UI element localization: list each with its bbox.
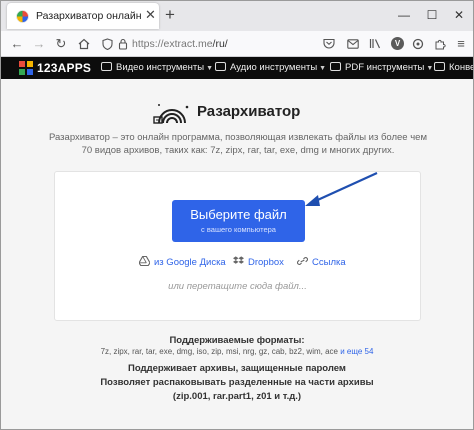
choose-file-label: Выберите файл: [190, 207, 287, 222]
formats-heading: Поддерживаемые форматы:: [169, 335, 305, 346]
navigation-bar: ← → ↻ https://extract.me/ru/ V ≡: [1, 31, 473, 57]
menu-convert-tools[interactable]: Конве: [434, 62, 474, 73]
site-header: 123APPS Видео инструменты ▼ Аудио инструм…: [1, 57, 473, 79]
menu-label: Конве: [449, 62, 474, 73]
url-host: https://extract.me: [132, 38, 213, 50]
chevron-down-icon: ▼: [206, 65, 214, 72]
drop-hint-text: или перетащите сюда файл...: [168, 281, 307, 292]
video-icon: [101, 62, 112, 71]
site-logo[interactable]: 123APPS: [19, 61, 91, 75]
tab-strip: Разархиватор онлайн ✕ + — ☐ ✕: [1, 1, 473, 31]
dropbox-link[interactable]: Dropbox: [233, 256, 284, 268]
url-path: /ru/: [212, 38, 228, 50]
split-archive-heading: Позволяет распаковывать разделенные на ч…: [100, 377, 374, 388]
maximize-button[interactable]: ☐: [424, 7, 440, 23]
new-tab-button[interactable]: +: [165, 5, 175, 25]
description-line-2: 70 видов архивов, таких как: 7z, zipx, r…: [81, 145, 395, 156]
password-support-text: Поддерживает архивы, защищенные паролем: [128, 363, 346, 374]
main-content: Разархиватор Разархиватор – это онлайн п…: [1, 79, 473, 429]
extension-v-icon[interactable]: V: [391, 37, 404, 50]
google-drive-label: из Google Диска: [154, 257, 226, 268]
pocket-icon[interactable]: [321, 35, 337, 53]
browser-window: Разархиватор онлайн ✕ + — ☐ ✕ ← → ↻ http…: [0, 0, 474, 430]
description-line-1: Разархиватор – это онлайн программа, поз…: [48, 132, 427, 143]
site-favicon-icon: [16, 10, 29, 23]
menu-label: PDF инструменты: [345, 62, 425, 73]
menu-video-tools[interactable]: Видео инструменты ▼: [101, 62, 213, 73]
logo-text: 123APPS: [37, 61, 92, 75]
menu-pdf-tools[interactable]: PDF инструменты ▼: [330, 62, 433, 73]
address-bar-url[interactable]: https://extract.me/ru/: [132, 38, 228, 50]
extensions-puzzle-icon[interactable]: [432, 35, 448, 53]
tab-close-icon[interactable]: ✕: [145, 8, 156, 22]
link-icon: [297, 257, 308, 265]
split-archive-formats: (zip.001, rar.part1, z01 и т.д.): [172, 391, 302, 402]
pointer-arrow: [305, 171, 378, 206]
choose-file-sublabel: с вашего компьютера: [201, 225, 276, 234]
browser-tab-active[interactable]: Разархиватор онлайн ✕: [7, 3, 159, 29]
menu-icon[interactable]: ≡: [453, 35, 469, 53]
chevron-down-icon: ▼: [426, 65, 434, 72]
url-link-label: Ссылка: [312, 257, 346, 268]
lock-icon[interactable]: [115, 35, 131, 53]
library-icon[interactable]: [367, 35, 383, 53]
forward-icon[interactable]: →: [31, 35, 47, 53]
formats-list: 7z, zipx, rar, tar, exe, dmg, iso, zip, …: [1, 347, 473, 356]
dropbox-label: Dropbox: [248, 257, 284, 268]
mail-icon[interactable]: [345, 35, 361, 53]
url-link[interactable]: Ссылка: [297, 256, 346, 268]
minimize-button[interactable]: —: [396, 7, 412, 23]
close-window-button[interactable]: ✕: [451, 7, 467, 23]
menu-label: Видео инструменты: [116, 62, 205, 73]
home-icon[interactable]: [76, 35, 92, 53]
chevron-down-icon: ▼: [319, 65, 327, 72]
archive-rainbow-icon: [153, 104, 189, 124]
dropbox-icon: [233, 256, 244, 264]
extension-icon[interactable]: [410, 35, 426, 53]
menu-label: Аудио инструменты: [230, 62, 318, 73]
shield-icon[interactable]: [99, 35, 115, 53]
google-drive-icon: [139, 256, 150, 266]
page-title: Разархиватор: [197, 103, 301, 120]
tab-title: Разархиватор онлайн: [36, 10, 142, 22]
audio-icon: [215, 62, 226, 71]
menu-audio-tools[interactable]: Аудио инструменты ▼: [215, 62, 326, 73]
google-drive-link[interactable]: из Google Диска: [139, 256, 226, 268]
back-icon[interactable]: ←: [9, 35, 25, 53]
logo-mark-icon: [19, 61, 33, 75]
choose-file-button[interactable]: Выберите файл с вашего компьютера: [172, 200, 305, 242]
reload-icon[interactable]: ↻: [53, 35, 69, 53]
more-formats-link[interactable]: и еще 54: [340, 347, 373, 356]
convert-icon: [434, 62, 445, 71]
formats-list-text: 7z, zipx, rar, tar, exe, dmg, iso, zip, …: [100, 347, 338, 356]
pdf-icon: [330, 62, 341, 71]
app-description: Разархиватор – это онлайн программа, поз…: [31, 131, 445, 157]
